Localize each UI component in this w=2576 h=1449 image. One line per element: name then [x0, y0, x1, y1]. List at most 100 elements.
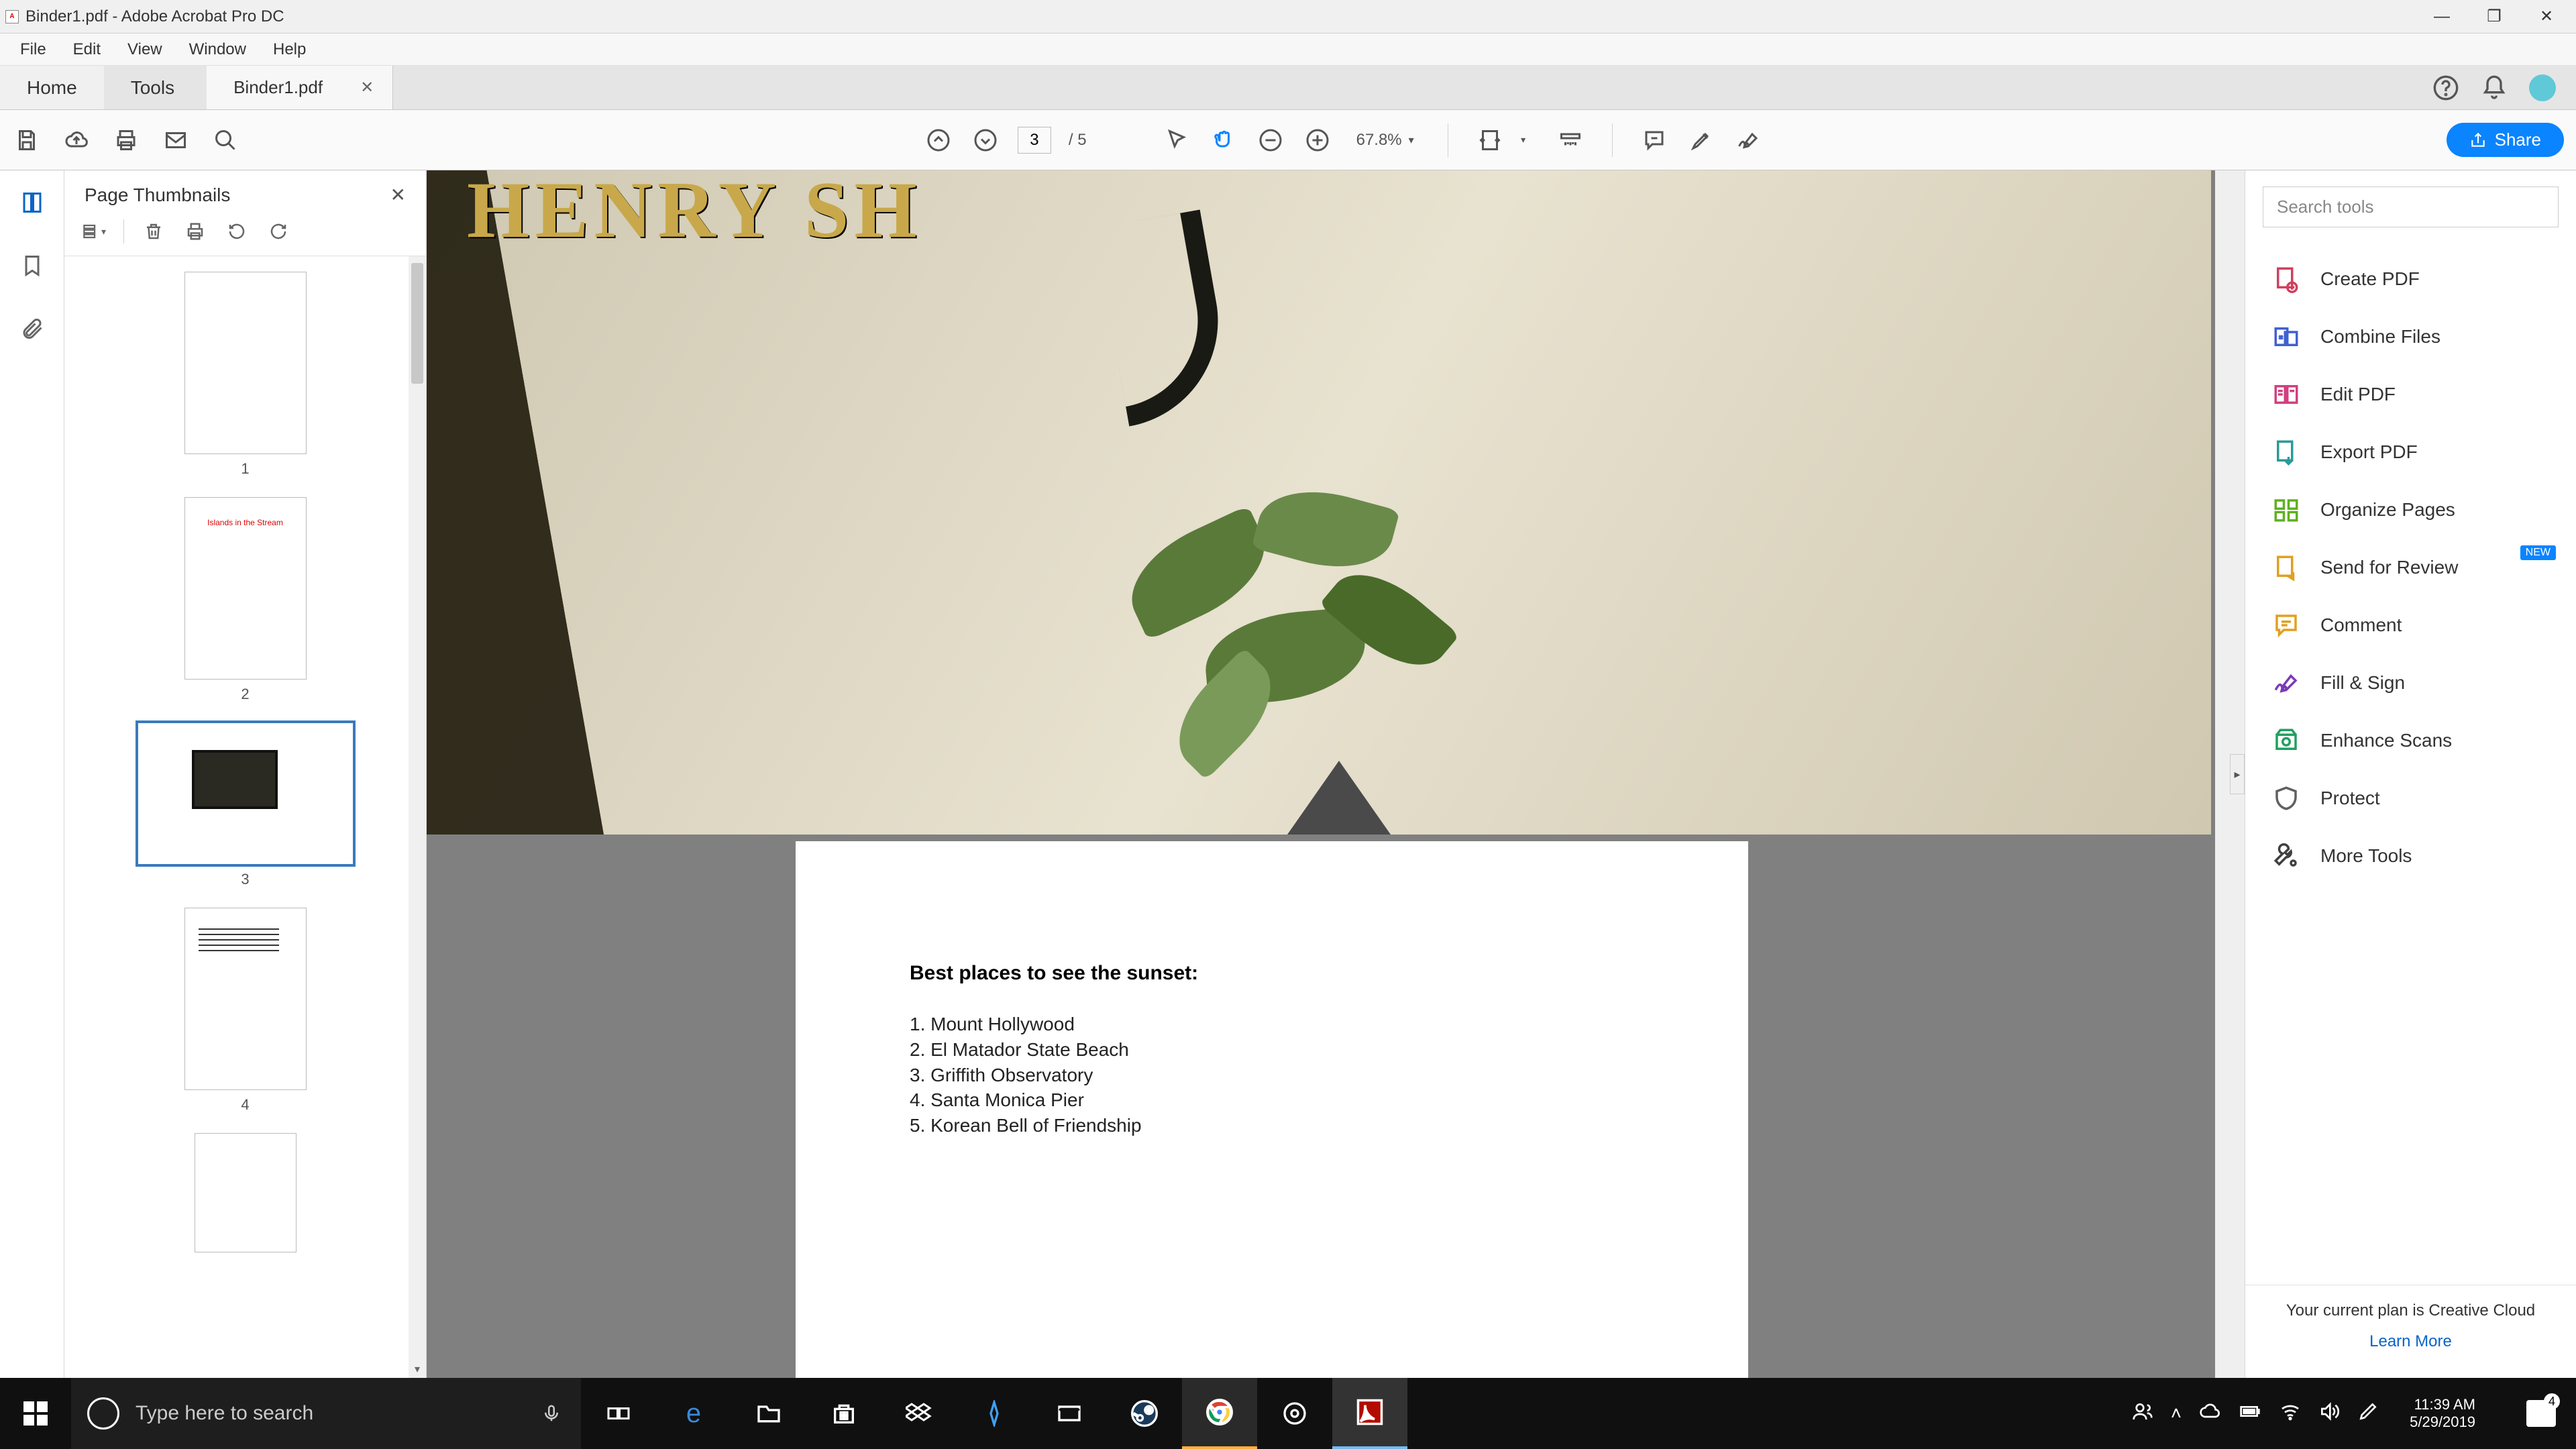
share-button[interactable]: Share	[2447, 123, 2564, 157]
tool-fill-sign[interactable]: Fill & Sign	[2245, 654, 2576, 712]
selection-tool-icon[interactable]	[1162, 125, 1191, 155]
add-comment-icon[interactable]	[1640, 125, 1669, 155]
save-icon[interactable]	[12, 125, 42, 155]
onedrive-icon[interactable]	[2199, 1401, 2220, 1427]
delete-page-icon[interactable]	[142, 219, 166, 244]
bookmarks-rail-icon[interactable]	[17, 251, 47, 280]
document-viewer[interactable]: HENRY SH Best places to see the sunset: …	[427, 170, 2245, 1378]
taskbar-search[interactable]: Type here to search	[71, 1378, 581, 1449]
thumbnails-panel-close-icon[interactable]: ✕	[390, 184, 406, 206]
notifications-icon[interactable]	[2481, 74, 2508, 101]
page-down-icon[interactable]	[971, 125, 1000, 155]
page-number-input[interactable]: 3	[1018, 127, 1051, 154]
zoom-level-dropdown[interactable]: 67.8% ▾	[1350, 131, 1421, 150]
close-window-button[interactable]: ✕	[2533, 3, 2560, 30]
find-icon[interactable]	[211, 125, 240, 155]
taskbar-app-chrome[interactable]	[1182, 1378, 1257, 1449]
print-icon[interactable]	[111, 125, 141, 155]
thumbnail-page-4[interactable]: 4	[64, 908, 426, 1114]
people-icon[interactable]	[2132, 1401, 2153, 1427]
thumbnails-panel: Page Thumbnails ✕ ▾ 1 2 3	[64, 170, 427, 1378]
taskbar-app-steam[interactable]	[1107, 1378, 1182, 1449]
tool-create-pdf[interactable]: Create PDF	[2245, 250, 2576, 308]
search-tools-input[interactable]: Search tools	[2263, 186, 2559, 227]
zoom-in-icon[interactable]	[1303, 125, 1332, 155]
document-tab[interactable]: Binder1.pdf ✕	[207, 66, 393, 109]
print-pages-icon[interactable]	[183, 219, 207, 244]
tool-more-tools[interactable]: More Tools	[2245, 827, 2576, 885]
tab-home[interactable]: Home	[0, 66, 104, 109]
thumbnail-page-3[interactable]: 3	[64, 723, 426, 888]
tab-tools[interactable]: Tools	[104, 66, 201, 109]
thumbnail-page-1[interactable]: 1	[64, 272, 426, 478]
help-icon[interactable]	[2432, 74, 2459, 101]
attachments-rail-icon[interactable]	[17, 314, 47, 343]
battery-icon[interactable]	[2238, 1401, 2262, 1427]
cloud-upload-icon[interactable]	[62, 125, 91, 155]
learn-more-link[interactable]: Learn More	[2259, 1332, 2563, 1351]
start-button[interactable]	[0, 1378, 71, 1449]
highlight-icon[interactable]	[1686, 125, 1716, 155]
fit-page-icon[interactable]	[1556, 125, 1585, 155]
fit-width-icon[interactable]	[1475, 125, 1505, 155]
chevron-down-icon: ▾	[1409, 133, 1414, 147]
document-tab-label: Binder1.pdf	[233, 77, 323, 98]
menu-help[interactable]: Help	[260, 36, 319, 63]
tool-combine-files[interactable]: Combine Files	[2245, 308, 2576, 366]
thumbnails-scrollbar[interactable]: ▴ ▾	[409, 256, 426, 1378]
scrollbar-handle[interactable]	[411, 263, 423, 384]
collapse-right-panel-icon[interactable]: ▸	[2230, 754, 2245, 794]
taskbar-app-origin[interactable]	[1257, 1378, 1332, 1449]
sign-icon[interactable]	[1733, 125, 1763, 155]
taskbar-clock[interactable]: 11:39 AM 5/29/2019	[2396, 1396, 2489, 1432]
tool-comment[interactable]: Comment	[2245, 596, 2576, 654]
tool-enhance-scans[interactable]: Enhance Scans	[2245, 712, 2576, 769]
list-item: 1. Mount Hollywood	[910, 1012, 1634, 1037]
tool-send-for-review[interactable]: Send for ReviewNEW	[2245, 539, 2576, 596]
pen-icon[interactable]	[2357, 1401, 2379, 1427]
menu-edit[interactable]: Edit	[60, 36, 114, 63]
taskbar-app-dropbox[interactable]	[881, 1378, 957, 1449]
wifi-icon[interactable]	[2279, 1401, 2301, 1427]
maximize-button[interactable]: ❐	[2481, 3, 2508, 30]
tab-row: Home Tools Binder1.pdf ✕	[0, 66, 2576, 110]
document-tab-close-icon[interactable]: ✕	[360, 78, 374, 97]
tray-expand-icon[interactable]: ˄	[2171, 1403, 2182, 1424]
rotate-ccw-icon[interactable]	[225, 219, 249, 244]
menu-file[interactable]: File	[7, 36, 60, 63]
taskbar-app-explorer[interactable]	[731, 1378, 806, 1449]
email-icon[interactable]	[161, 125, 191, 155]
microphone-icon[interactable]	[538, 1400, 565, 1427]
tool-protect[interactable]: Protect	[2245, 769, 2576, 827]
chevron-down-icon[interactable]: ▾	[1509, 125, 1538, 155]
taskbar-app-generic-blue[interactable]	[957, 1378, 1032, 1449]
enhance-scans-icon	[2272, 727, 2300, 755]
rotate-cw-icon[interactable]	[266, 219, 290, 244]
task-view-icon[interactable]	[581, 1378, 656, 1449]
thumbnails-options-icon[interactable]: ▾	[82, 219, 106, 244]
taskbar-app-edge[interactable]: e	[656, 1378, 731, 1449]
taskbar-app-store[interactable]	[806, 1378, 881, 1449]
hand-tool-icon[interactable]	[1209, 125, 1238, 155]
account-avatar[interactable]	[2529, 74, 2556, 101]
taskbar-app-acrobat[interactable]	[1332, 1378, 1407, 1449]
tool-export-pdf[interactable]: Export PDF	[2245, 423, 2576, 481]
left-nav-rail	[0, 170, 64, 1378]
menu-view[interactable]: View	[114, 36, 176, 63]
share-button-label: Share	[2495, 129, 2541, 150]
tool-edit-pdf[interactable]: Edit PDF	[2245, 366, 2576, 423]
tool-organize-pages[interactable]: Organize Pages	[2245, 481, 2576, 539]
action-center-icon[interactable]: 4	[2506, 1400, 2576, 1427]
volume-icon[interactable]	[2318, 1401, 2340, 1427]
zoom-out-icon[interactable]	[1256, 125, 1285, 155]
app-icon: A	[5, 10, 19, 23]
minimize-button[interactable]: ―	[2428, 3, 2455, 30]
menu-window[interactable]: Window	[176, 36, 260, 63]
thumbnails-rail-icon[interactable]	[17, 188, 47, 217]
scroll-down-arrow-icon[interactable]: ▾	[409, 1360, 426, 1378]
thumbnail-page-2[interactable]: 2	[64, 498, 426, 703]
taskbar-app-mail[interactable]	[1032, 1378, 1107, 1449]
thumbnail-page-5[interactable]	[64, 1134, 426, 1252]
page-up-icon[interactable]	[924, 125, 953, 155]
create-pdf-icon	[2272, 265, 2300, 293]
